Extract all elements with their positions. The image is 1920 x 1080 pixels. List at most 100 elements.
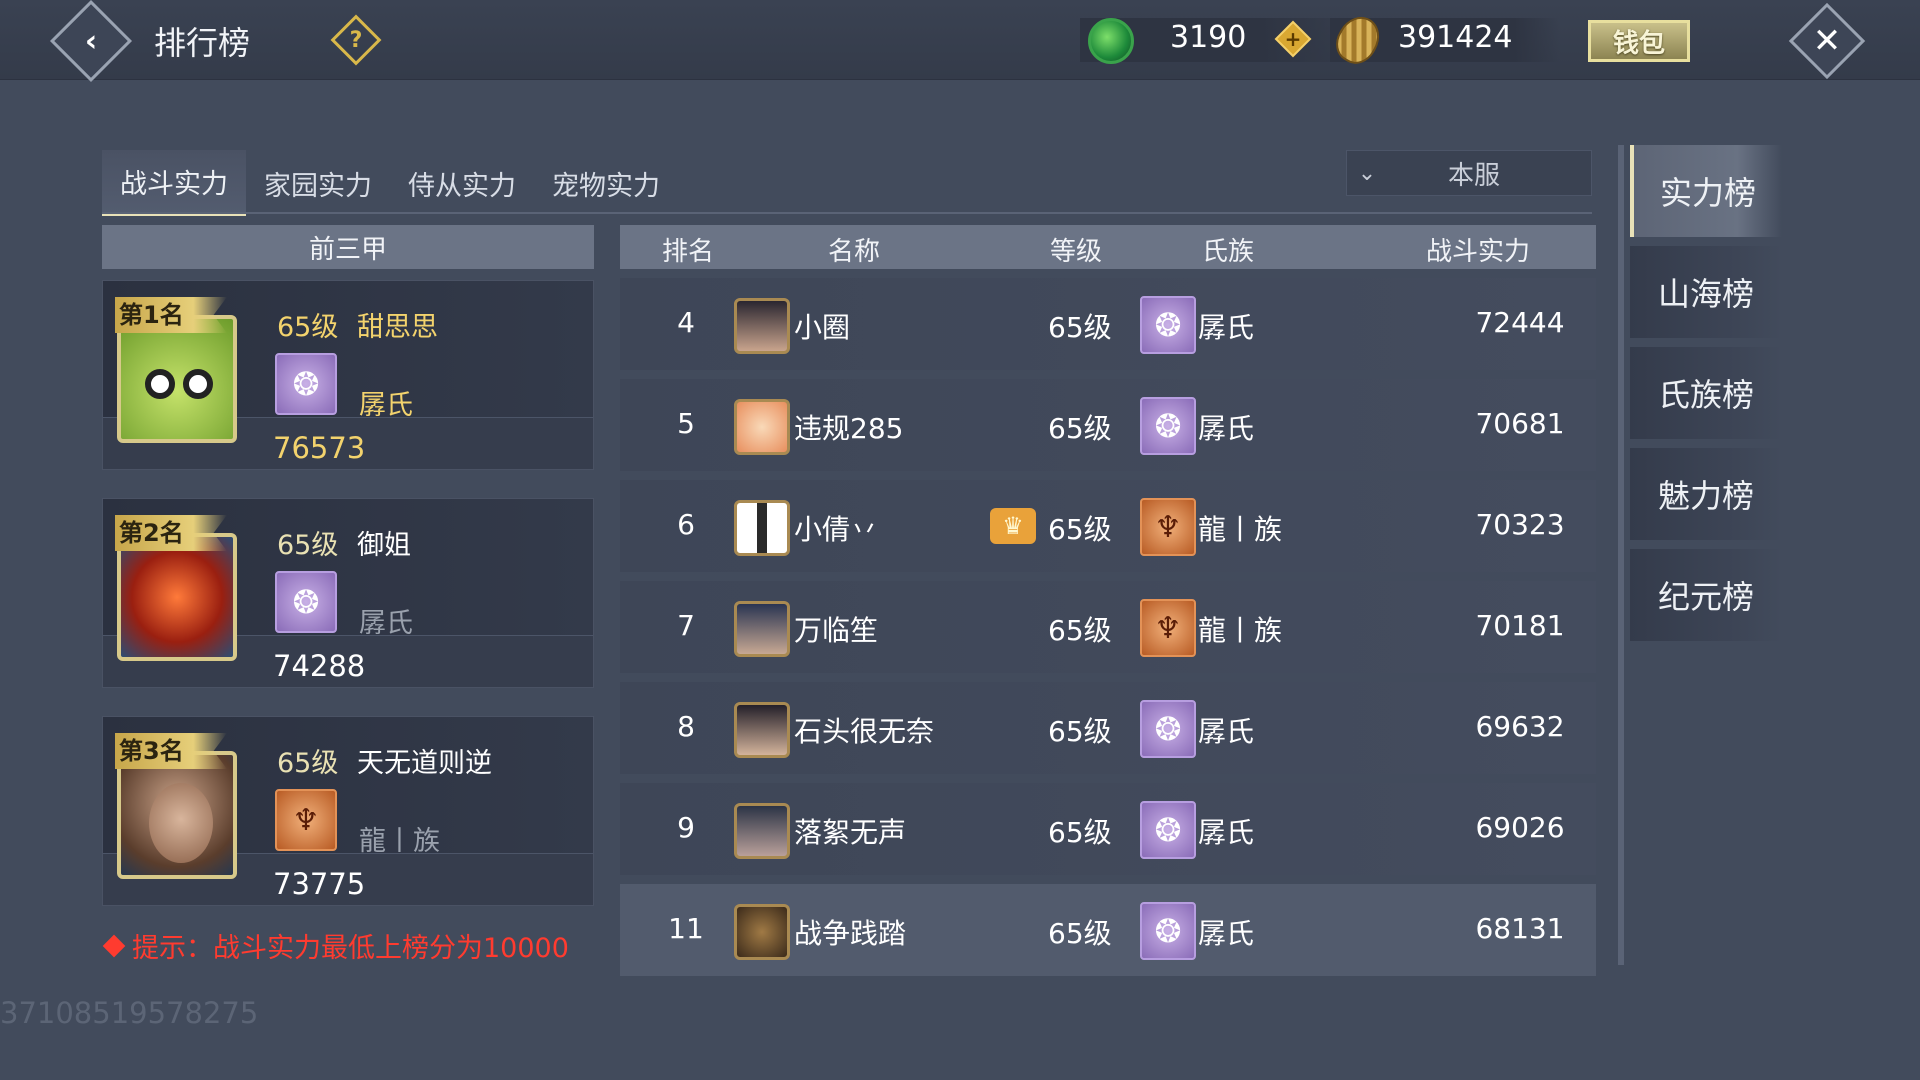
row-name: 小圈: [794, 311, 851, 344]
crown-icon: ♛: [990, 508, 1036, 544]
tab-divider: [102, 212, 1592, 214]
table-row[interactable]: 8 石头很无奈 65级 ❂ 孱氏 69632: [620, 682, 1596, 774]
row-level: 65级: [1048, 917, 1112, 950]
row-name: 石头很无奈: [794, 715, 935, 748]
row-power: 69632: [1475, 710, 1565, 743]
row-clan: 龍丨族: [1198, 513, 1283, 546]
avatar: [117, 315, 237, 443]
side-item-power[interactable]: 实力榜: [1630, 145, 1782, 237]
clan-emblem-icon: ❂: [1140, 700, 1196, 758]
clan-emblem-icon: ❂: [275, 571, 337, 633]
tab-home-power[interactable]: 家园实力: [246, 150, 390, 216]
column-level: 等级: [1050, 237, 1103, 267]
row-name: 万临笙: [794, 614, 879, 647]
server-filter-value: 本服: [1447, 160, 1500, 191]
side-item-charm[interactable]: 魅力榜: [1630, 448, 1782, 540]
tab-attendant-power[interactable]: 侍从实力: [390, 150, 534, 216]
side-item-shanhai[interactable]: 山海榜: [1630, 246, 1782, 338]
combat-power: 73775: [273, 867, 366, 901]
row-rank: 11: [668, 912, 704, 945]
column-clan: 氏族: [1202, 237, 1255, 267]
table-row-self[interactable]: 11 战争践踏 65级 ❂ 孱氏 68131: [620, 884, 1596, 976]
row-rank: 8: [677, 710, 695, 743]
clan-emblem-icon: ❂: [275, 353, 337, 415]
jade-coin-icon: [1088, 18, 1134, 64]
avatar: [734, 904, 790, 960]
row-name: 小倩丷: [794, 513, 879, 546]
server-filter-dropdown[interactable]: ⌄ 本服: [1346, 150, 1592, 196]
tip-text: 提示：战斗实力最低上榜分为10000: [132, 933, 569, 964]
clan-name: 龍丨族: [359, 826, 440, 857]
clan-name: 孱氏: [359, 390, 413, 421]
ranking-tip: 提示：战斗实力最低上榜分为10000: [102, 926, 569, 965]
table-row[interactable]: 9 落絮无声 65级 ❂ 孱氏 69026: [620, 783, 1596, 875]
player-name: 御姐: [357, 530, 411, 561]
table-row[interactable]: 7 万临笙 65级 ♆ 龍丨族 70181: [620, 581, 1596, 673]
row-level: 65级: [1048, 816, 1112, 849]
wallet-button[interactable]: 钱包: [1588, 20, 1690, 62]
row-name: 落絮无声: [794, 816, 907, 849]
avatar: [734, 298, 790, 354]
rank-flag: 第1名: [115, 297, 227, 333]
rank-flag: 第3名: [115, 733, 227, 769]
row-level: 65级: [1048, 311, 1112, 344]
avatar: [117, 533, 237, 661]
table-row[interactable]: 6 小倩丷 ♛ 65级 ♆ 龍丨族 70323: [620, 480, 1596, 572]
row-power: 72444: [1475, 306, 1565, 339]
player-name: 甜思思: [357, 312, 438, 343]
scrollbar[interactable]: [1618, 145, 1624, 965]
player-level: 65级: [277, 748, 339, 779]
row-rank: 7: [677, 609, 695, 642]
row-power: 70181: [1475, 609, 1565, 642]
rank-flag: 第2名: [115, 515, 227, 551]
row-name: 违规285: [794, 412, 904, 445]
player-name: 天无道则逆: [357, 748, 492, 779]
avatar: [734, 702, 790, 758]
avatar: [734, 500, 790, 556]
page-title: 排行榜: [154, 24, 251, 62]
row-level: 65级: [1048, 715, 1112, 748]
jade-amount: 3190: [1170, 20, 1247, 55]
row-clan: 孱氏: [1198, 816, 1255, 849]
row-clan: 孱氏: [1198, 715, 1255, 748]
clan-name: 孱氏: [359, 608, 413, 639]
top3-card-3[interactable]: 第3名 65级 天无道则逆 ♆ 龍丨族 73775: [102, 716, 594, 906]
row-power: 70681: [1475, 407, 1565, 440]
player-level: 65级: [277, 312, 339, 343]
row-rank: 9: [677, 811, 695, 844]
ranking-table-header: 排名 名称 等级 氏族 战斗实力: [620, 225, 1596, 269]
tab-pet-power[interactable]: 宠物实力: [534, 150, 678, 216]
clan-emblem-icon: ♆: [275, 789, 337, 851]
clan-emblem-icon: ❂: [1140, 397, 1196, 455]
top3-card-1[interactable]: 第1名 65级 甜思思 ❂ 孱氏 76573: [102, 280, 594, 470]
tab-combat-power[interactable]: 战斗实力: [102, 150, 246, 216]
clan-emblem-icon: ♆: [1140, 599, 1196, 657]
back-arrow-icon: ‹: [84, 23, 98, 59]
warning-diamond-icon: [102, 934, 126, 957]
clan-emblem-icon: ♆: [1140, 498, 1196, 556]
table-row[interactable]: 5 违规285 65级 ❂ 孱氏 70681: [620, 379, 1596, 471]
avatar: [734, 803, 790, 859]
row-clan: 孱氏: [1198, 917, 1255, 950]
side-item-era[interactable]: 纪元榜: [1630, 549, 1782, 641]
column-rank: 排名: [662, 237, 715, 267]
avatar: [117, 751, 237, 879]
combat-power: 76573: [273, 431, 366, 465]
row-level: 65级: [1048, 614, 1112, 647]
player-level: 65级: [277, 530, 339, 561]
row-power: 68131: [1475, 912, 1565, 945]
row-level: 65级: [1048, 513, 1112, 546]
table-row[interactable]: 4 小圈 65级 ❂ 孱氏 72444: [620, 278, 1596, 370]
ranking-table: 4 小圈 65级 ❂ 孱氏 72444 5 违规285 65级 ❂ 孱氏 706…: [620, 278, 1596, 985]
chevron-down-icon: ⌄: [1357, 160, 1377, 186]
row-name: 战争践踏: [794, 917, 907, 950]
row-rank: 5: [677, 407, 695, 440]
row-rank: 4: [677, 306, 695, 339]
row-rank: 6: [677, 508, 695, 541]
top3-header: 前三甲: [102, 225, 594, 269]
side-item-clan[interactable]: 氏族榜: [1630, 347, 1782, 439]
top3-card-2[interactable]: 第2名 65级 御姐 ❂ 孱氏 74288: [102, 498, 594, 688]
column-power: 战斗实力: [1426, 237, 1531, 267]
leaderboard-side-menu: 实力榜 山海榜 氏族榜 魅力榜 纪元榜: [1630, 145, 1782, 650]
row-clan: 龍丨族: [1198, 614, 1283, 647]
